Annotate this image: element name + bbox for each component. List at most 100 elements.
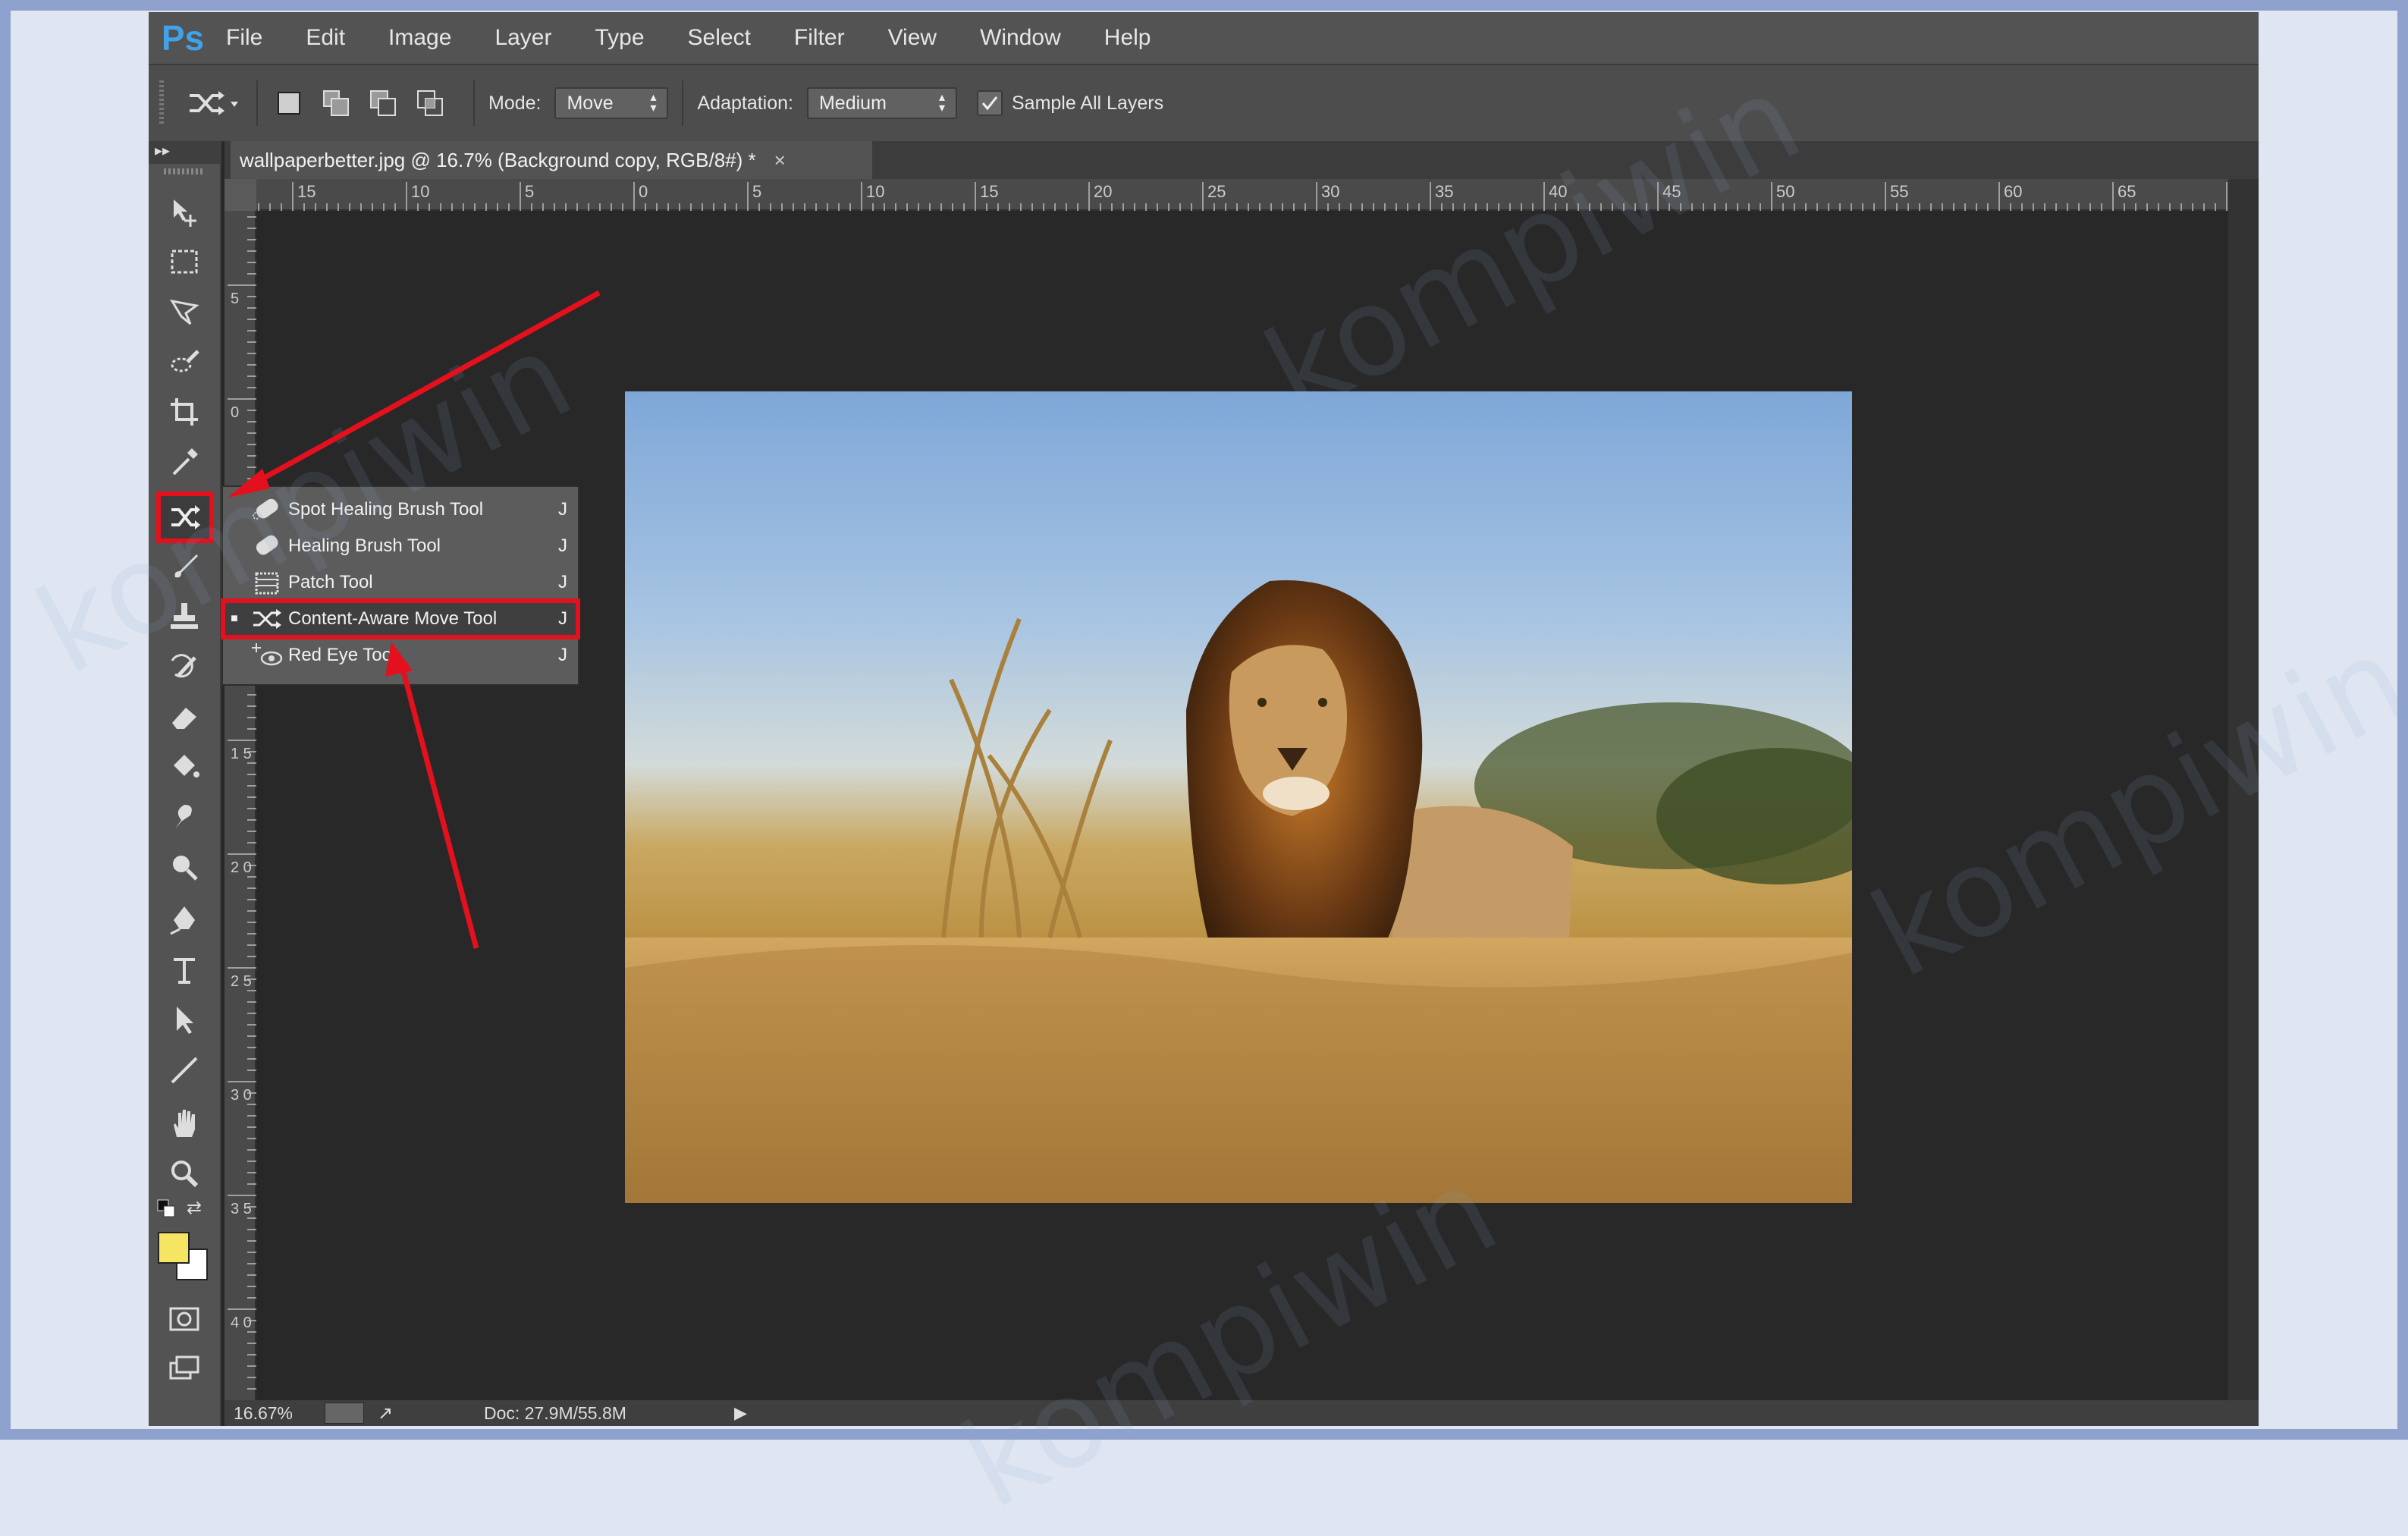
ruler-label: 0 xyxy=(639,182,648,201)
history-brush-tool[interactable] xyxy=(159,645,209,689)
pen-tool[interactable] xyxy=(159,898,209,942)
updown-icon: ▴ ▾ xyxy=(650,91,657,115)
options-grip[interactable] xyxy=(159,80,164,126)
paint-bucket-tool[interactable] xyxy=(159,745,209,789)
eraser-tool[interactable] xyxy=(159,695,209,739)
outer-frame-right xyxy=(2397,0,2408,1440)
lion-photo[interactable] xyxy=(625,391,1852,1203)
menu-type[interactable]: Type xyxy=(595,25,644,51)
add-selection-button[interactable] xyxy=(319,86,353,121)
tool-preset-picker[interactable] xyxy=(182,80,243,126)
eyedropper-tool[interactable] xyxy=(159,440,209,484)
new-selection-button[interactable] xyxy=(272,86,306,121)
outer-frame-bottom xyxy=(0,1429,2408,1440)
ruler-label: 0 xyxy=(231,404,239,421)
vertical-ruler-ticks: 5051 01 52 02 53 03 54 0 xyxy=(228,216,256,1390)
ruler-label: 3 0 xyxy=(231,1087,252,1104)
red-eye-icon xyxy=(246,642,288,669)
healing-brush-icon xyxy=(246,532,288,560)
options-separator xyxy=(473,80,475,126)
adaptation-value: Medium xyxy=(818,92,887,114)
panel-collapse-toggle[interactable]: ▸▸ xyxy=(149,141,221,164)
menu-filter[interactable]: Filter xyxy=(794,25,845,51)
content-aware-move-icon xyxy=(246,605,288,633)
zoom-level[interactable]: 16.67% xyxy=(234,1403,325,1424)
flyout-item-red-eye[interactable]: Red Eye Tool J xyxy=(223,637,578,674)
quick-mask-icon xyxy=(169,1307,199,1331)
move-icon xyxy=(174,199,196,227)
default-colors-icon[interactable] xyxy=(156,1198,177,1220)
swap-colors-icon[interactable]: ⇄ xyxy=(187,1197,208,1218)
line-tool[interactable] xyxy=(159,1048,209,1092)
mode-select[interactable]: Move ▴ ▾ xyxy=(554,87,669,119)
ruler-label: 10 xyxy=(411,182,429,201)
ruler-origin[interactable] xyxy=(224,179,256,211)
toolbar-grip[interactable] xyxy=(164,168,203,174)
subtract-selection-button[interactable] xyxy=(366,86,400,121)
ruler-label: 10 xyxy=(866,182,884,201)
marquee-tool[interactable] xyxy=(159,240,209,284)
ruler-label: 60 xyxy=(2004,182,2022,201)
ruler-label: 1 5 xyxy=(231,746,252,762)
blur-tool[interactable] xyxy=(159,795,209,839)
status-menu-arrow-icon[interactable]: ▶ xyxy=(734,1403,747,1423)
stamp-icon xyxy=(171,603,198,629)
menu-window[interactable]: Window xyxy=(980,25,1061,51)
zoom-tool[interactable] xyxy=(159,1151,209,1195)
hand-tool[interactable] xyxy=(159,1101,209,1145)
clone-stamp-tool[interactable] xyxy=(159,595,209,639)
smudge-icon xyxy=(175,805,192,829)
intersect-selection-button[interactable] xyxy=(413,86,447,121)
menu-edit[interactable]: Edit xyxy=(306,25,345,51)
zoom-icon xyxy=(171,1161,199,1188)
marquee-icon xyxy=(171,250,198,274)
quick-selection-tool[interactable] xyxy=(159,340,209,384)
path-selection-tool[interactable] xyxy=(159,998,209,1042)
dodge-tool[interactable] xyxy=(159,845,209,889)
move-tool[interactable] xyxy=(159,190,209,234)
screen-mode-button[interactable] xyxy=(159,1347,209,1391)
brush-tool[interactable] xyxy=(159,545,209,589)
menu-image[interactable]: Image xyxy=(388,25,451,51)
eyedropper-icon xyxy=(172,448,198,476)
flyout-item-spot-healing[interactable]: Spot Healing Brush Tool J xyxy=(223,492,578,528)
options-bar: Mode: Move ▴ ▾ Adaptation: Medium ▴ ▾ Samp… xyxy=(149,64,2259,143)
vertical-scrollbar[interactable] xyxy=(2228,179,2259,1400)
lion-image xyxy=(625,580,1852,1203)
lasso-tool[interactable] xyxy=(159,290,209,334)
menu-layer[interactable]: Layer xyxy=(494,25,551,51)
menu-file[interactable]: File xyxy=(226,25,262,51)
ruler-label: 3 5 xyxy=(231,1201,252,1217)
status-bar: 16.67% ↗ Doc: 27.9M/55.8M ▶ xyxy=(224,1400,2259,1426)
ruler-label: 5 xyxy=(231,291,239,307)
content-aware-move-icon xyxy=(171,505,200,529)
ruler-label: 20 xyxy=(1094,182,1112,201)
foreground-color-swatch[interactable] xyxy=(158,1232,190,1264)
paint-bucket-icon xyxy=(174,755,199,777)
healing-tools-flyout: Spot Healing Brush Tool J Healing Brush … xyxy=(221,485,580,686)
spot-healing-icon xyxy=(246,496,288,523)
pen-icon xyxy=(170,906,195,935)
flyout-item-healing-brush[interactable]: Healing Brush Tool J xyxy=(223,528,578,564)
crop-tool[interactable] xyxy=(159,390,209,434)
adaptation-select[interactable]: Medium ▴ ▾ xyxy=(806,87,957,119)
flyout-item-patch[interactable]: Patch Tool J xyxy=(223,564,578,601)
close-icon[interactable]: × xyxy=(774,149,786,172)
horizontal-ruler-ticks: 15 10 5 0 5 10 15 20 25 30 35 40 45 50 55 60 65 xyxy=(235,182,2227,211)
intersect-selection-icon xyxy=(417,90,443,116)
menu-help[interactable]: Help xyxy=(1104,25,1151,51)
quick-mask-button[interactable] xyxy=(159,1297,209,1341)
content-aware-move-tool[interactable] xyxy=(156,492,214,543)
adaptation-label: Adaptation: xyxy=(697,92,793,114)
document-tab[interactable]: wallpaperbetter.jpg @ 16.7% (Background … xyxy=(231,141,872,179)
type-tool[interactable] xyxy=(159,948,209,992)
ruler-label: 2 5 xyxy=(231,973,252,990)
line-icon xyxy=(171,1057,198,1084)
sample-all-layers-checkbox[interactable] xyxy=(976,90,1003,116)
menu-select[interactable]: Select xyxy=(688,25,751,51)
share-icon[interactable]: ↗ xyxy=(378,1403,408,1424)
profile-icon[interactable] xyxy=(325,1403,364,1424)
menu-view[interactable]: View xyxy=(888,25,937,51)
flyout-item-content-aware-move[interactable]: ■ Content-Aware Move Tool J xyxy=(221,598,580,639)
brush-icon xyxy=(174,554,198,578)
